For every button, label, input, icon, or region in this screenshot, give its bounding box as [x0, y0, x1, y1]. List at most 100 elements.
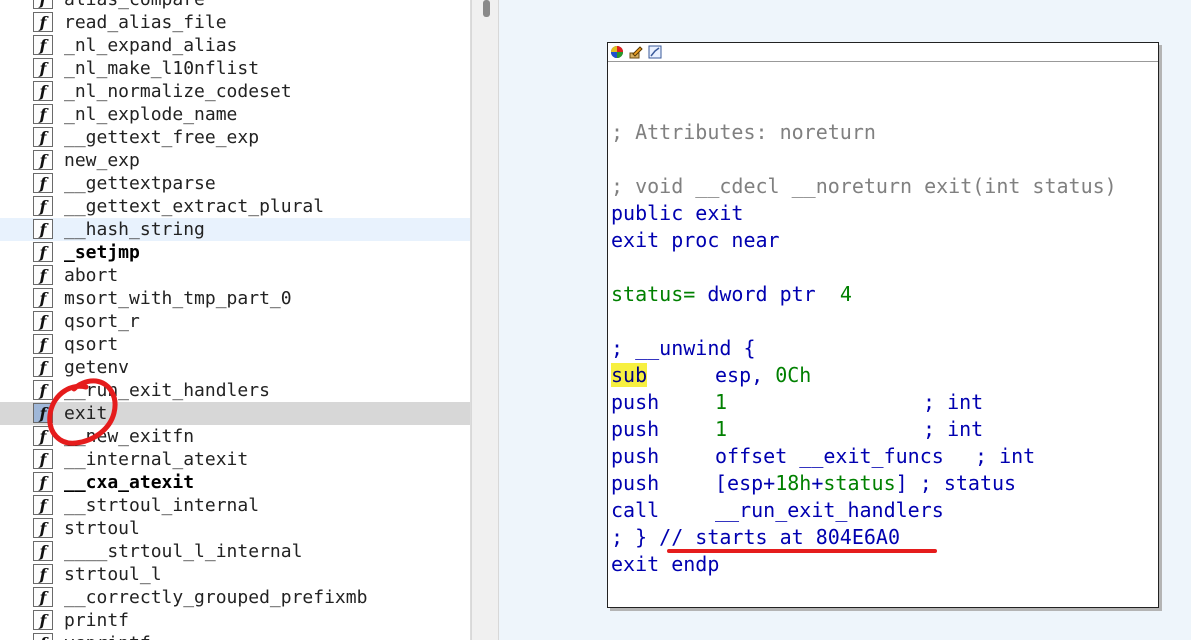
function-name: abort [64, 265, 119, 286]
unwind-open: ; __unwind { [611, 336, 756, 360]
function-icon: f [33, 564, 53, 584]
public-symbol[interactable]: exit [695, 201, 743, 225]
function-name: msort_with_tmp_part_0 [64, 288, 292, 309]
function-icon: f [33, 58, 53, 78]
starts-at-comment: // starts at 804E6A0 [659, 525, 900, 549]
function-list-scrollbar[interactable] [471, 0, 499, 640]
function-row[interactable]: f qsort_r [0, 310, 470, 333]
instruction-push-2[interactable]: push 1; int [611, 416, 983, 443]
call-target[interactable]: __run_exit_handlers [715, 497, 944, 524]
function-name: strtoul [64, 518, 140, 539]
function-name: __gettext_extract_plural [64, 196, 325, 217]
graph-overview-icon[interactable] [648, 45, 662, 59]
function-row[interactable]: f _setjmp [0, 241, 470, 264]
function-icon: f [33, 449, 53, 469]
function-name: __strtoul_internal [64, 495, 260, 516]
red-underline-annotation [667, 549, 937, 553]
function-name: _nl_expand_alias [64, 35, 238, 56]
prototype-comment: ; void __cdecl __noreturn exit(int statu… [611, 174, 1117, 198]
function-name: __new_exitfn [64, 426, 195, 447]
function-icon: f [33, 219, 53, 239]
proc-line[interactable]: exit proc near [611, 227, 780, 254]
function-row[interactable]: f alias_compare [0, 0, 470, 11]
function-icon: f [33, 150, 53, 170]
endp-line[interactable]: exit endp [611, 551, 719, 578]
function-name: _nl_explode_name [64, 104, 238, 125]
instruction-call[interactable]: call __run_exit_handlers [611, 497, 944, 524]
function-name: qsort_r [64, 311, 140, 332]
edit-node-icon[interactable] [629, 45, 643, 59]
functions-window: falias_comparefread_alias_filef_nl_expan… [0, 0, 470, 640]
function-row[interactable]: f __strtoul_internal [0, 494, 470, 517]
function-name: ____strtoul_l_internal [64, 541, 303, 562]
function-name: _nl_make_l10nflist [64, 58, 260, 79]
function-icon: f [33, 81, 53, 101]
instruction-push-1[interactable]: push 1; int [611, 389, 983, 416]
function-icon: f [33, 104, 53, 124]
function-row[interactable]: f qsort [0, 333, 470, 356]
function-name: getenv [64, 357, 130, 378]
function-name: new_exp [64, 150, 140, 171]
function-row[interactable]: f _nl_expand_alias [0, 34, 470, 57]
function-name: qsort [64, 334, 119, 355]
function-icon: f [33, 472, 53, 492]
function-row[interactable]: f __run_exit_handlers [0, 379, 470, 402]
graph-node-exit[interactable]: ; Attributes: noreturn ; void __cdecl __… [607, 42, 1159, 608]
function-list: falias_comparefread_alias_filef_nl_expan… [0, 0, 470, 640]
color-palette-icon[interactable] [610, 45, 624, 59]
function-name: __correctly_grouped_prefixmb [64, 587, 368, 608]
stack-var-line[interactable]: status= dword ptr 4 [611, 281, 852, 308]
function-row[interactable]: f abort [0, 264, 470, 287]
function-icon: f [33, 541, 53, 561]
function-name: printf [64, 610, 130, 631]
function-icon: f [33, 0, 53, 9]
instruction-push-offset[interactable]: push offset __exit_funcs; int [611, 443, 1035, 470]
function-row[interactable]: f __new_exitfn [0, 425, 470, 448]
function-row[interactable]: f __internal_atexit [0, 448, 470, 471]
function-name: vsprintf [64, 632, 151, 640]
function-row[interactable]: f exit [0, 402, 470, 425]
function-row[interactable]: f vsprintf [0, 632, 470, 640]
function-icon: f [33, 12, 53, 32]
proc-symbol[interactable]: exit [611, 228, 659, 252]
function-name: exit [64, 403, 108, 424]
function-name: strtoul_l [64, 564, 162, 585]
mnemonic-sub[interactable]: sub [611, 363, 648, 387]
function-row[interactable]: f msort_with_tmp_part_0 [0, 287, 470, 310]
instruction-sub[interactable]: sub esp, 0Ch [611, 362, 811, 389]
unwind-close-line: ; } // starts at 804E6A0 [611, 525, 900, 549]
function-icon: f [33, 35, 53, 55]
function-row[interactable]: f __gettext_extract_plural [0, 195, 470, 218]
function-row[interactable]: f getenv [0, 356, 470, 379]
function-row[interactable]: f __cxa_atexit [0, 471, 470, 494]
function-icon: f [33, 334, 53, 354]
function-name: _setjmp [64, 242, 140, 263]
function-row[interactable]: f _nl_explode_name [0, 103, 470, 126]
function-icon: f [33, 173, 53, 193]
function-icon: f [33, 495, 53, 515]
function-row[interactable]: f strtoul [0, 517, 470, 540]
node-titlebar [608, 43, 1158, 62]
attributes-comment: ; Attributes: noreturn [611, 120, 876, 144]
function-row[interactable]: f ____strtoul_l_internal [0, 540, 470, 563]
function-name: __run_exit_handlers [64, 380, 270, 401]
instruction-push-status[interactable]: push [esp+18h+status] ; status [611, 470, 1016, 497]
function-row[interactable]: f _nl_make_l10nflist [0, 57, 470, 80]
function-name: __gettext_free_exp [64, 127, 260, 148]
stack-var-name[interactable]: status= [611, 282, 695, 306]
function-icon: f [33, 587, 53, 607]
function-row[interactable]: f printf [0, 609, 470, 632]
function-icon: f [33, 196, 53, 216]
function-row[interactable]: f strtoul_l [0, 563, 470, 586]
function-row[interactable]: f __hash_string [0, 218, 470, 241]
function-row[interactable]: f read_alias_file [0, 11, 470, 34]
function-row[interactable]: f __gettextparse [0, 172, 470, 195]
function-row[interactable]: f __correctly_grouped_prefixmb [0, 586, 470, 609]
function-row[interactable]: f new_exp [0, 149, 470, 172]
function-row[interactable]: f _nl_normalize_codeset [0, 80, 470, 103]
function-row[interactable]: f __gettext_free_exp [0, 126, 470, 149]
scrollbar-thumb[interactable] [483, 0, 490, 17]
function-name: read_alias_file [64, 12, 227, 33]
function-name: __internal_atexit [64, 449, 249, 470]
public-line[interactable]: public exit [611, 200, 743, 227]
